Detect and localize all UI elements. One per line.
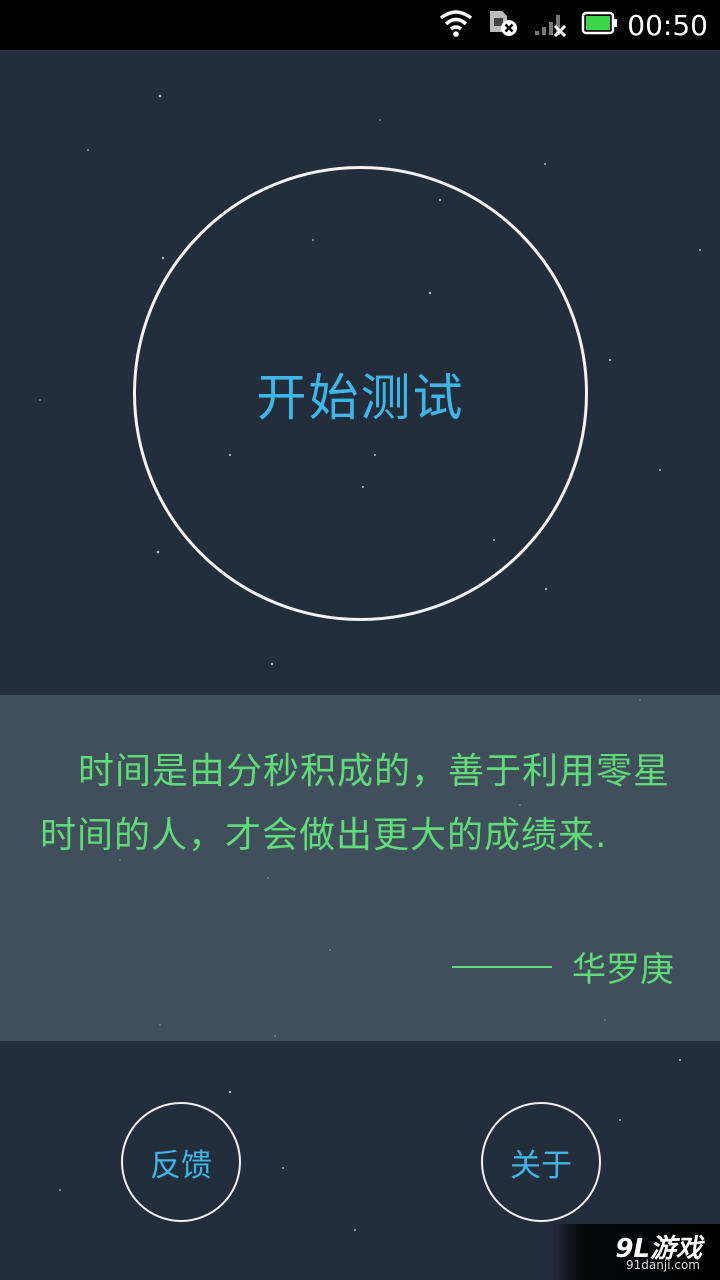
watermark-url: 91danji.com bbox=[626, 1258, 700, 1272]
signal-no-service-icon bbox=[533, 9, 567, 41]
app-screen: 00:50 开始测试 时间是由分秒积成的，善于利用零星时间的人，才会做出更大的成… bbox=[0, 0, 720, 1280]
status-time: 00:50 bbox=[627, 8, 708, 42]
quote-dash bbox=[452, 966, 552, 968]
battery-icon bbox=[581, 10, 619, 40]
site-watermark: 9L游戏 91danji.com bbox=[550, 1224, 720, 1280]
feedback-button[interactable]: 反馈 bbox=[121, 1102, 241, 1222]
wifi-icon bbox=[439, 9, 473, 41]
status-bar: 00:50 bbox=[0, 0, 720, 50]
sim-card-error-icon bbox=[487, 8, 519, 42]
start-test-label: 开始测试 bbox=[256, 368, 465, 427]
about-button[interactable]: 关于 bbox=[481, 1102, 601, 1222]
about-label: 关于 bbox=[510, 1147, 572, 1184]
quote-text: 时间是由分秒积成的，善于利用零星时间的人，才会做出更大的成绩来. bbox=[40, 751, 671, 856]
feedback-label: 反馈 bbox=[150, 1147, 212, 1184]
quote-author: 华罗庚 bbox=[572, 950, 674, 990]
start-test-button[interactable]: 开始测试 bbox=[133, 166, 588, 621]
